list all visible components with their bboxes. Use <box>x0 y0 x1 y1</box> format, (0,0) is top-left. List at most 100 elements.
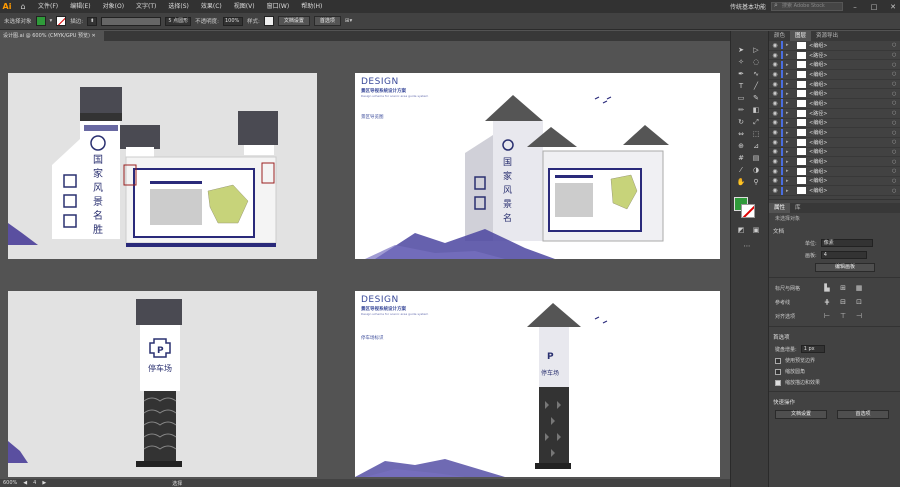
draw-mode-icon[interactable]: ◩ <box>735 225 747 235</box>
variable-width-profile[interactable] <box>101 16 162 26</box>
layer-name[interactable]: <编组> <box>809 139 892 146</box>
target-icon[interactable]: ○ <box>892 149 900 155</box>
target-icon[interactable]: ○ <box>892 91 900 97</box>
target-icon[interactable]: ○ <box>892 52 900 58</box>
layer-row[interactable]: ◉ ▸ <路径> ○ <box>769 109 900 119</box>
layer-row[interactable]: ◉ ▸ <编组> ○ <box>769 138 900 148</box>
mesh-icon[interactable]: # <box>735 153 747 163</box>
layer-name[interactable]: <编组> <box>809 61 892 68</box>
expand-arrow-icon[interactable]: ▸ <box>786 62 794 68</box>
layer-name[interactable]: <路径> <box>809 110 892 117</box>
canvas[interactable]: 国 家 风 景 名 胜 DESIGN 景区导视系统设计方案 Design sch… <box>0 41 730 479</box>
target-icon[interactable]: ○ <box>892 71 900 77</box>
document-setup-button[interactable]: 文档设置 <box>277 16 310 26</box>
visibility-eye-icon[interactable]: ◉ <box>769 168 781 175</box>
maximize-icon[interactable]: □ <box>867 3 881 11</box>
preview-bounds-checkbox[interactable] <box>775 357 781 364</box>
ruler-icon[interactable]: ▙ <box>821 283 833 293</box>
pencil-icon[interactable]: ✏ <box>735 105 747 115</box>
layer-row[interactable]: ◉ ▸ <编组> ○ <box>769 186 900 196</box>
layer-name[interactable]: <编组> <box>809 158 892 165</box>
fill-swatch[interactable] <box>35 16 46 26</box>
layer-name[interactable]: <编组> <box>809 42 892 49</box>
expand-arrow-icon[interactable]: ▸ <box>786 159 794 165</box>
target-icon[interactable]: ○ <box>892 81 900 87</box>
smart-guides-icon[interactable]: ⊡ <box>853 297 865 307</box>
selection-tool-icon[interactable]: ➤ <box>735 45 747 55</box>
visibility-eye-icon[interactable]: ◉ <box>769 42 781 49</box>
artboard-3[interactable]: P 停车场 <box>8 291 317 477</box>
expand-arrow-icon[interactable]: ▸ <box>786 130 794 136</box>
layer-row[interactable]: ◉ ▸ <编组> ○ <box>769 99 900 109</box>
target-icon[interactable]: ○ <box>892 120 900 126</box>
arrange-icon[interactable]: ⊞▾ <box>345 18 352 24</box>
scale-strokes-checkbox[interactable] <box>775 379 781 386</box>
artboard-nav-next-icon[interactable]: ▶ <box>42 480 46 486</box>
menu-select[interactable]: 选择(S) <box>162 0 195 13</box>
target-icon[interactable]: ○ <box>892 168 900 174</box>
expand-arrow-icon[interactable]: ▸ <box>786 149 794 155</box>
tab-color[interactable]: 颜色 <box>769 31 790 41</box>
expand-arrow-icon[interactable]: ▸ <box>786 178 794 184</box>
menu-edit[interactable]: 编辑(E) <box>64 0 96 13</box>
perspective-icon[interactable]: ⊿ <box>750 141 762 151</box>
align-glyph-icon[interactable]: ⊤ <box>837 311 849 321</box>
artboard-dropdown[interactable]: 4 <box>820 251 867 259</box>
tab-properties[interactable]: 属性 <box>769 203 791 213</box>
expand-arrow-icon[interactable]: ▸ <box>786 110 794 116</box>
visibility-eye-icon[interactable]: ◉ <box>769 90 781 97</box>
expand-arrow-icon[interactable]: ▸ <box>786 52 794 58</box>
expand-arrow-icon[interactable]: ▸ <box>786 139 794 145</box>
opacity-label[interactable]: 不透明度: <box>195 17 219 25</box>
stock-search-input[interactable]: 搜索 Adobe Stock <box>771 2 843 11</box>
magic-wand-icon[interactable]: ✧ <box>735 57 747 67</box>
layer-row[interactable]: ◉ ▸ <编组> ○ <box>769 70 900 80</box>
target-icon[interactable]: ○ <box>892 139 900 145</box>
artboard-2[interactable]: DESIGN 景区导视系统设计方案 Design scheme for scen… <box>355 73 720 259</box>
scale-icon[interactable]: ⤢ <box>750 117 762 127</box>
more-tools-icon[interactable]: ⋯ <box>741 241 753 251</box>
stroke-weight-dropdown[interactable]: ⬍ <box>87 16 98 26</box>
stroke-swatch[interactable] <box>56 16 67 26</box>
layer-name[interactable]: <编组> <box>809 187 892 194</box>
zoom-tool-icon[interactable]: ⚲ <box>750 177 762 187</box>
expand-arrow-icon[interactable]: ▸ <box>786 120 794 126</box>
visibility-eye-icon[interactable]: ◉ <box>769 71 781 78</box>
style-swatch[interactable] <box>263 16 274 26</box>
hand-tool-icon[interactable]: ✋ <box>735 177 747 187</box>
rotate-icon[interactable]: ↻ <box>735 117 747 127</box>
layer-row[interactable]: ◉ ▸ <路径> ○ <box>769 51 900 61</box>
visibility-eye-icon[interactable]: ◉ <box>769 139 781 146</box>
target-icon[interactable]: ○ <box>892 110 900 116</box>
type-tool-icon[interactable]: T <box>735 81 747 91</box>
layer-name[interactable]: <编组> <box>809 177 892 184</box>
layer-name[interactable]: <编组> <box>809 119 892 126</box>
curvature-icon[interactable]: ∿ <box>750 69 762 79</box>
screen-mode-icon[interactable]: ▣ <box>750 225 762 235</box>
eraser-icon[interactable]: ◧ <box>750 105 762 115</box>
target-icon[interactable]: ○ <box>892 178 900 184</box>
layer-row[interactable]: ◉ ▸ <编组> ○ <box>769 41 900 51</box>
layer-row[interactable]: ◉ ▸ <编组> ○ <box>769 118 900 129</box>
visibility-eye-icon[interactable]: ◉ <box>769 110 781 117</box>
expand-arrow-icon[interactable]: ▸ <box>786 42 794 48</box>
width-tool-icon[interactable]: ⇔ <box>735 129 747 139</box>
layer-row[interactable]: ◉ ▸ <编组> ○ <box>769 157 900 167</box>
expand-arrow-icon[interactable]: ▸ <box>786 168 794 174</box>
rectangle-tool-icon[interactable]: ▭ <box>735 93 747 103</box>
layer-row[interactable]: ◉ ▸ <编组> ○ <box>769 80 900 90</box>
visibility-eye-icon[interactable]: ◉ <box>769 129 781 136</box>
visibility-eye-icon[interactable]: ◉ <box>769 119 781 126</box>
minimize-icon[interactable]: – <box>848 3 862 11</box>
grid-icon[interactable]: ⊞ <box>837 283 849 293</box>
gradient-icon[interactable]: ▤ <box>750 153 762 163</box>
paintbrush-icon[interactable]: ✎ <box>750 93 762 103</box>
layer-name[interactable]: <路径> <box>809 52 892 59</box>
align-pixel-icon[interactable]: ⊢ <box>821 311 833 321</box>
keyboard-increment-input[interactable]: 1 px <box>800 345 825 353</box>
layer-name[interactable]: <编组> <box>809 71 892 78</box>
zoom-level[interactable]: 600% <box>3 480 17 486</box>
layer-name[interactable]: <编组> <box>809 90 892 97</box>
visibility-eye-icon[interactable]: ◉ <box>769 158 781 165</box>
artboard-number[interactable]: 4 <box>33 480 36 486</box>
